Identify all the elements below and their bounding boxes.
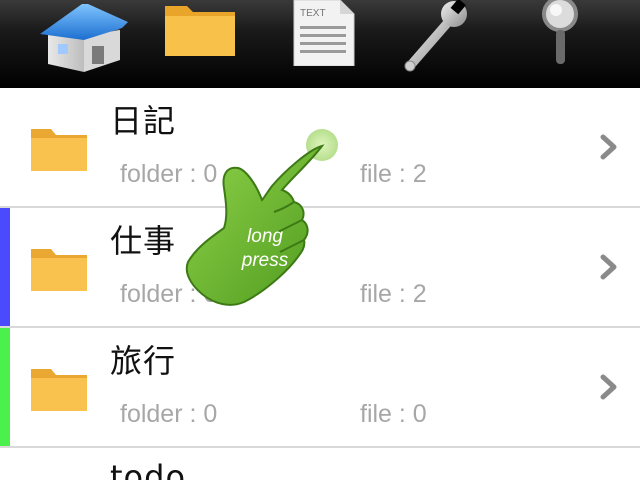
file-count: file : 2 [360,160,427,188]
home-icon [40,4,128,72]
list-item[interactable]: todo [0,448,640,480]
text-document-button[interactable]: TEXT [290,0,356,78]
color-stripe [0,88,10,206]
folder-title: 旅行 [110,342,177,380]
toolbar: TEXT [0,0,640,88]
home-button[interactable] [36,0,132,78]
chevron-right-icon[interactable] [600,254,618,280]
folder-count: folder : 0 [120,400,218,428]
folder-icon [31,369,87,411]
folder-icon [31,249,87,291]
text-document-icon: TEXT [293,0,355,66]
color-stripe [0,208,10,326]
folder-title: todo [110,458,187,480]
search-button[interactable] [536,0,586,78]
folder-icon [165,6,235,56]
color-stripe [0,328,10,446]
text-document-label: TEXT [300,8,326,19]
file-count: file : 0 [360,400,427,428]
folder-count: folder : 0 [120,280,218,308]
wrench-icon [404,0,467,72]
magnifier-icon [542,0,578,64]
folder-title: 仕事 [110,222,177,260]
folder-title: 日記 [110,102,177,140]
folder-button[interactable] [162,0,238,78]
chevron-right-icon[interactable] [600,134,618,160]
list-item[interactable]: 日記 folder : 0 file : 2 [0,88,640,208]
settings-button[interactable] [400,0,470,78]
list-item[interactable]: 仕事 folder : 0 file : 2 [0,208,640,328]
file-count: file : 2 [360,280,427,308]
folder-count: folder : 0 [120,160,218,188]
list-item[interactable]: 旅行 folder : 0 file : 0 [0,328,640,448]
folder-icon [31,129,87,171]
chevron-right-icon[interactable] [600,374,618,400]
